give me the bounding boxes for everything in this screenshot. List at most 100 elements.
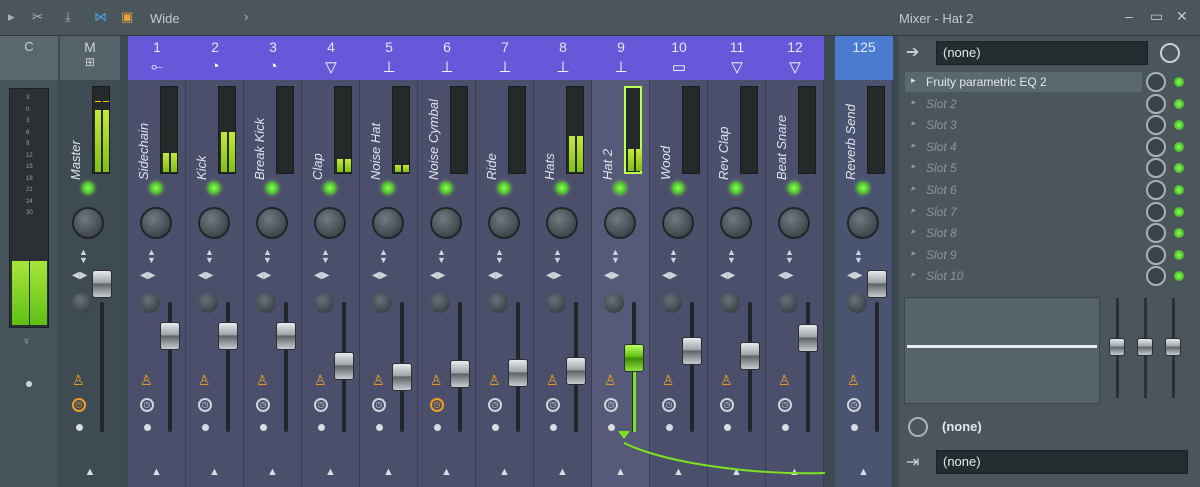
volume-knob[interactable]	[546, 293, 566, 313]
slot-mix-knob[interactable]	[1146, 72, 1166, 92]
swap-icon[interactable]: ◀▶	[546, 270, 561, 281]
pan-knob[interactable]	[72, 207, 104, 239]
slot-enable-led[interactable]	[1174, 98, 1184, 109]
slot-mix-knob[interactable]	[1146, 180, 1166, 200]
preset-arrow-icon[interactable]: ›	[244, 9, 248, 24]
pan-knob[interactable]	[198, 207, 230, 239]
fx-slot[interactable]: ▸ Slot 4	[905, 137, 1142, 157]
play-icon[interactable]: ▸	[8, 9, 15, 25]
mixer-track[interactable]: 11 ▽ Rev Clap ▲ ▼ ◀▶ ♙ ◷ ▲	[708, 36, 766, 487]
volume-knob[interactable]	[847, 293, 867, 313]
volume-fader[interactable]	[867, 270, 887, 298]
track-header[interactable]: 2 ◔	[186, 36, 244, 80]
fx-icon[interactable]: ♙	[604, 372, 617, 389]
volume-fader[interactable]	[624, 343, 644, 372]
volume-knob[interactable]	[256, 293, 276, 313]
mixer-track[interactable]: 5 ⊥ Noise Hat ▲ ▼ ◀▶ ♙ ◷ ▲	[360, 36, 418, 487]
clock-icon[interactable]: ◷	[488, 398, 502, 412]
minimize-icon[interactable]: –	[1125, 8, 1133, 24]
input-select[interactable]: (none)	[936, 41, 1148, 65]
track-header[interactable]: 8 ⊥	[534, 36, 592, 80]
stereo-icon[interactable]: ▲ ▼	[553, 248, 562, 265]
stereo-icon[interactable]: ▲ ▼	[379, 248, 388, 265]
pan-knob[interactable]	[847, 207, 879, 239]
mute-led[interactable]	[150, 182, 162, 194]
route-arrow-icon[interactable]: ▲	[244, 466, 301, 478]
volume-fader[interactable]	[682, 337, 702, 366]
mute-led[interactable]	[498, 182, 510, 194]
mixer-track[interactable]: 8 ⊥ Hats ▲ ▼ ◀▶ ♙ ◷ ▲	[534, 36, 592, 487]
pan-knob[interactable]	[140, 207, 172, 239]
slot-enable-led[interactable]	[1174, 249, 1184, 260]
clock-icon[interactable]: ◷	[430, 398, 444, 412]
route-arrow-icon[interactable]: ▲	[534, 466, 591, 478]
sidechain-select[interactable]: (none)	[942, 419, 982, 434]
eq-band-fader[interactable]	[1109, 338, 1125, 356]
fx-icon[interactable]: ♙	[430, 372, 443, 389]
clock-icon[interactable]: ◷	[314, 398, 328, 412]
fx-slot[interactable]: ▸ Slot 7	[905, 202, 1142, 222]
fx-icon[interactable]: ♙	[198, 372, 211, 389]
mixer-track[interactable]: 1 ⟜ Sidechain ▲ ▼ ◀▶ ♙ ◷ ▲	[128, 36, 186, 487]
volume-fader[interactable]	[160, 321, 180, 350]
mic-icon[interactable]: ♆	[22, 334, 31, 348]
stereo-icon[interactable]: ▲ ▼	[205, 248, 214, 265]
clock-icon[interactable]: ◷	[662, 398, 676, 412]
clock-icon[interactable]: ◷	[140, 398, 154, 412]
pan-knob[interactable]	[372, 207, 404, 239]
maximize-icon[interactable]: ▭	[1150, 8, 1163, 25]
pan-knob[interactable]	[604, 207, 636, 239]
swap-icon[interactable]: ◀▶	[256, 270, 271, 281]
stereo-icon[interactable]: ▲ ▼	[727, 248, 736, 265]
slot-mix-knob[interactable]	[1146, 201, 1166, 222]
download-icon[interactable]: ⤓	[65, 9, 71, 25]
track-header[interactable]: 7 ⊥	[476, 36, 534, 80]
fx-icon[interactable]: ♙	[140, 372, 153, 389]
track-header[interactable]: 5 ⊥	[360, 36, 418, 80]
clock-icon[interactable]: ◷	[847, 398, 861, 412]
route-arrow-icon[interactable]: ▲	[360, 466, 417, 478]
track-header[interactable]: 1 ⟜	[128, 36, 186, 80]
route-arrow-icon[interactable]: ▲	[60, 466, 120, 478]
pan-knob[interactable]	[546, 207, 578, 239]
route-arrow-icon[interactable]: ▲	[128, 466, 185, 478]
volume-fader[interactable]	[740, 341, 760, 370]
fx-slot[interactable]: ▸ Slot 10	[905, 266, 1142, 286]
snap-icon[interactable]: ✂	[32, 9, 43, 25]
slot-enable-led[interactable]	[1174, 185, 1184, 195]
fx-slot[interactable]: ▸ Slot 8	[905, 223, 1142, 243]
track-header[interactable]: 6 ⊥	[418, 36, 476, 80]
stereo-icon[interactable]: ▲ ▼	[495, 248, 504, 265]
mute-led[interactable]	[266, 182, 278, 194]
mute-led[interactable]	[324, 182, 336, 194]
route-arrow-icon[interactable]: ▲	[476, 466, 533, 478]
pan-knob[interactable]	[778, 207, 810, 239]
clock-icon[interactable]: ◷	[604, 398, 618, 412]
send-strip[interactable]: 125 Reverb Send ▲ ▼ ◀▶ ♙ ◷ ▲	[835, 36, 893, 487]
fx-slot[interactable]: ▸ Slot 9	[905, 245, 1142, 265]
fx-slot[interactable]: ▸ Slot 2	[905, 94, 1142, 114]
volume-fader[interactable]	[566, 357, 586, 385]
clock-icon[interactable]: ◷	[372, 398, 386, 412]
swap-icon[interactable]: ◀▶	[662, 270, 677, 281]
volume-knob[interactable]	[488, 293, 508, 313]
output-select[interactable]: (none)	[936, 450, 1188, 474]
route-arrow-icon[interactable]: ▲	[418, 466, 475, 478]
fx-slot[interactable]: ▸ Slot 6	[905, 180, 1142, 200]
slot-enable-led[interactable]	[1174, 141, 1184, 152]
route-arrow-icon[interactable]: ▲	[302, 466, 359, 478]
stereo-icon[interactable]: ▲ ▼	[785, 248, 794, 265]
swap-icon[interactable]: ◀▶	[488, 270, 503, 281]
slot-arrow-icon[interactable]: ▸	[911, 97, 916, 108]
fx-icon[interactable]: ♙	[662, 372, 675, 389]
swap-icon[interactable]: ◀▶	[720, 270, 735, 281]
fx-icon[interactable]: ♙	[256, 372, 269, 389]
clock-icon[interactable]: ◷	[720, 398, 734, 412]
mute-led[interactable]	[82, 182, 94, 194]
mute-led[interactable]	[730, 182, 742, 194]
fx-icon[interactable]: ♙	[778, 372, 791, 389]
track-header[interactable]: 4 ▽	[302, 36, 360, 80]
eq-band-fader[interactable]	[1137, 338, 1153, 356]
pan-knob[interactable]	[662, 207, 694, 239]
stereo-icon[interactable]: ▲ ▼	[611, 248, 620, 265]
